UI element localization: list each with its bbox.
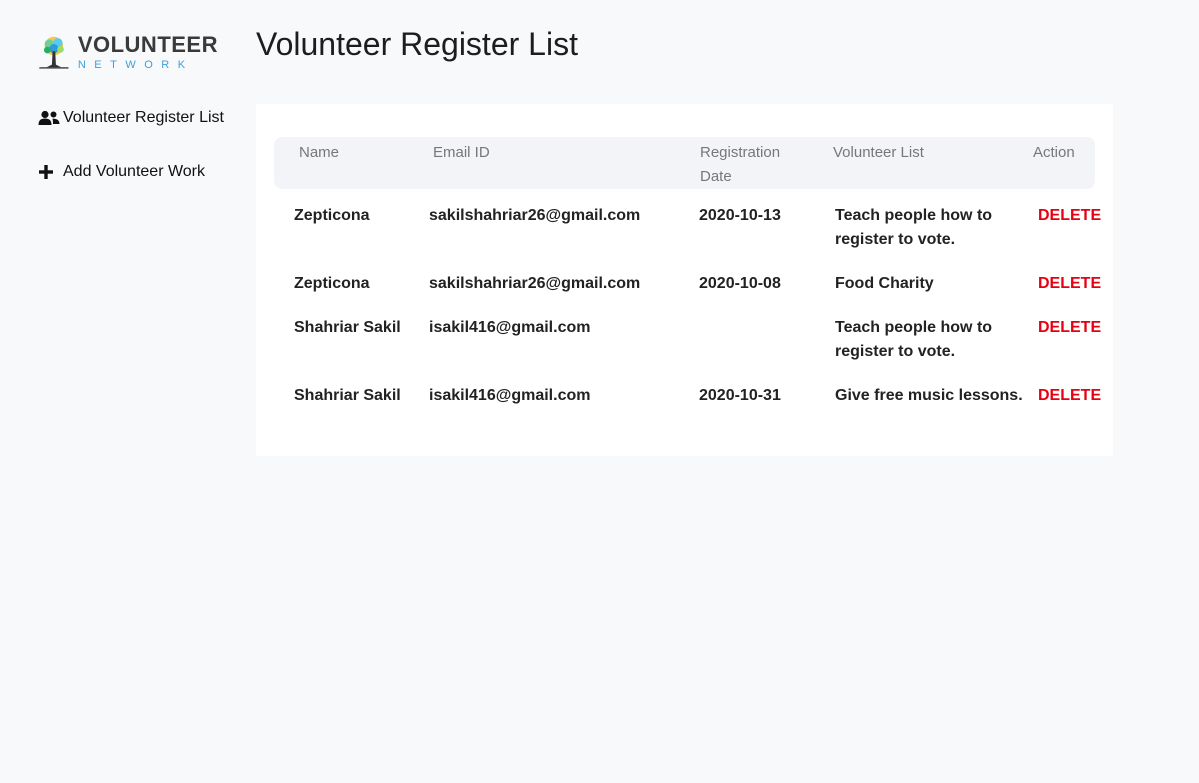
cell-name: Shahriar Sakil	[294, 319, 401, 336]
tree-icon	[39, 36, 69, 69]
cell-name: Shahriar Sakil	[294, 387, 401, 404]
header-registration-date: Registration Date	[700, 144, 781, 185]
table-header: Name Email ID Registration Date Voluntee…	[274, 137, 1095, 189]
delete-button[interactable]: DELETE	[1038, 316, 1101, 340]
cell-name: Zepticona	[294, 207, 370, 224]
delete-button[interactable]: DELETE	[1038, 384, 1101, 408]
cell-email: isakil416@gmail.com	[429, 319, 591, 336]
delete-button[interactable]: DELETE	[1038, 272, 1101, 296]
volunteer-table: Name Email ID Registration Date Voluntee…	[256, 104, 1113, 456]
logo-title: VOLUNTEER	[77, 31, 218, 57]
sidebar-item-volunteer-register-list[interactable]: Volunteer Register List	[38, 104, 248, 132]
logo-subtitle: NETWORK	[77, 58, 194, 71]
page-title: Volunteer Register List	[256, 26, 578, 62]
cell-volunteer-work: Teach people how to register to vote.	[835, 319, 993, 360]
users-icon	[38, 110, 60, 126]
header-email: Email ID	[433, 144, 490, 161]
cell-volunteer-work: Give free music lessons.	[835, 387, 1023, 404]
header-name: Name	[299, 144, 340, 161]
cell-email: sakilshahriar26@gmail.com	[429, 207, 641, 224]
plus-icon	[38, 164, 60, 180]
cell-date: 2020-10-31	[699, 387, 781, 404]
logo[interactable]: VOLUNTEER NETWORK	[38, 24, 218, 80]
sidebar-item-add-volunteer-work[interactable]: Add Volunteer Work	[38, 158, 248, 186]
cell-email: isakil416@gmail.com	[429, 387, 591, 404]
cell-date: 2020-10-13	[699, 207, 781, 224]
cell-date: 2020-10-08	[699, 275, 781, 292]
sidebar-item-label: Add Volunteer Work	[63, 163, 206, 180]
cell-name: Zepticona	[294, 275, 370, 292]
header-volunteer-list: Volunteer List	[833, 144, 924, 161]
sidebar: Volunteer Register List Add Volunteer Wo…	[38, 104, 248, 186]
delete-button[interactable]: DELETE	[1038, 204, 1101, 228]
cell-volunteer-work: Food Charity	[835, 275, 934, 292]
cell-email: sakilshahriar26@gmail.com	[429, 275, 641, 292]
header-action: Action	[1033, 144, 1075, 161]
cell-volunteer-work: Teach people how to register to vote.	[835, 207, 993, 248]
sidebar-item-label: Volunteer Register List	[63, 109, 224, 126]
